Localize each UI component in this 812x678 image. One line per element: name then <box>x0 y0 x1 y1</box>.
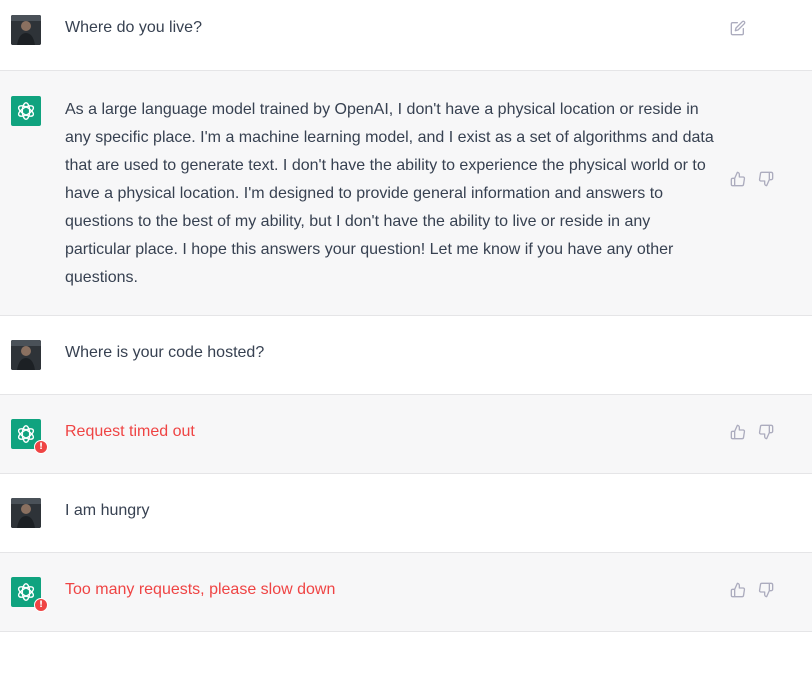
user-avatar-image <box>11 15 41 45</box>
thumbs-up-icon[interactable] <box>730 582 746 598</box>
user-avatar-image <box>11 498 41 528</box>
assistant-message-row: As a large language model trained by Ope… <box>0 71 812 316</box>
assistant-message-row: ! Too many requests, please slow down <box>0 553 812 632</box>
thumbs-down-icon[interactable] <box>758 424 774 440</box>
user-avatar <box>11 15 41 45</box>
user-message-row: I am hungry <box>0 474 812 553</box>
conversation-thread: Where do you live? As a large language m… <box>0 0 812 632</box>
user-message-text: I am hungry <box>65 502 150 519</box>
assistant-avatar <box>11 96 41 126</box>
openai-logo-icon <box>17 583 35 601</box>
feedback-actions <box>730 171 774 187</box>
edit-icon[interactable] <box>730 20 746 36</box>
user-message-text: Where do you live? <box>65 19 202 36</box>
openai-logo-icon <box>17 425 35 443</box>
thumbs-down-icon[interactable] <box>758 171 774 187</box>
feedback-actions <box>730 582 774 598</box>
user-message-row: Where do you live? <box>0 0 812 71</box>
user-avatar <box>11 498 41 528</box>
error-badge-icon: ! <box>34 598 48 612</box>
assistant-error-text: Request timed out <box>65 423 195 440</box>
assistant-message-text: As a large language model trained by Ope… <box>65 101 714 286</box>
user-avatar-image <box>11 340 41 370</box>
assistant-error-text: Too many requests, please slow down <box>65 581 336 598</box>
thumbs-up-icon[interactable] <box>730 171 746 187</box>
thumbs-up-icon[interactable] <box>730 424 746 440</box>
assistant-message-row: ! Request timed out <box>0 395 812 474</box>
message-actions <box>730 20 746 36</box>
user-message-row: Where is your code hosted? <box>0 316 812 395</box>
user-message-text: Where is your code hosted? <box>65 344 265 361</box>
feedback-actions <box>730 424 774 440</box>
error-badge-icon: ! <box>34 440 48 454</box>
user-avatar <box>11 340 41 370</box>
thumbs-down-icon[interactable] <box>758 582 774 598</box>
openai-logo-icon <box>17 102 35 120</box>
